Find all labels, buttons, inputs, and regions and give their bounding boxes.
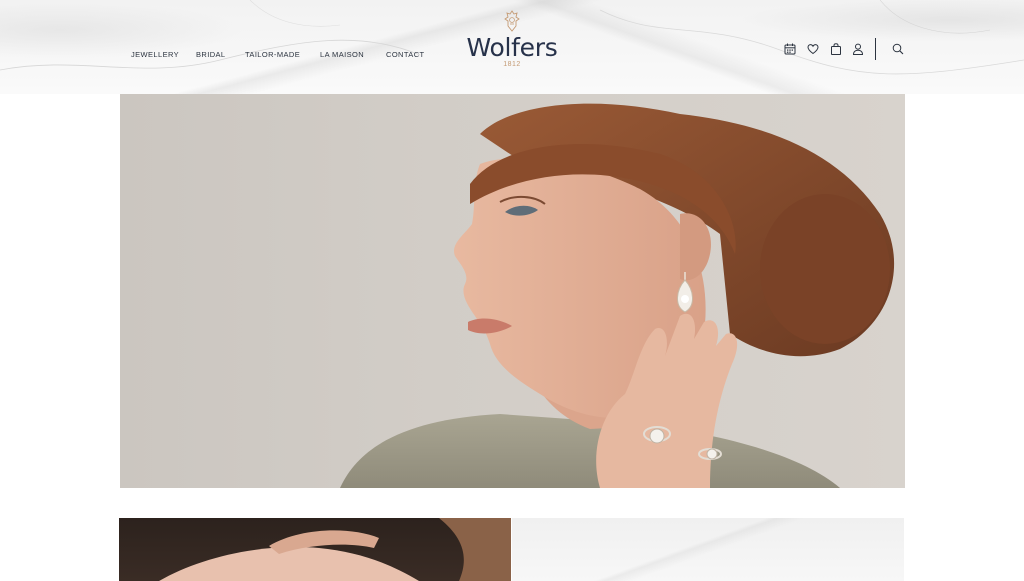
nav-la-maison[interactable]: LA MAISON: [320, 50, 364, 59]
hand-illustration: [159, 518, 511, 581]
model-portrait-illustration: [340, 103, 895, 488]
nav-jewellery[interactable]: JEWELLERY: [131, 50, 179, 59]
user-icon[interactable]: [852, 42, 866, 56]
header-divider: [875, 38, 876, 60]
nav-contact[interactable]: CONTACT: [386, 50, 425, 59]
nav-tailor-made[interactable]: TAILOR-MADE: [245, 50, 300, 59]
heart-icon[interactable]: [807, 42, 821, 56]
brand-logo[interactable]: Wolfers 1812: [462, 10, 562, 68]
crest-icon: [504, 10, 520, 32]
promo-panel-right: [512, 518, 904, 581]
site-header: JEWELLERY BRIDAL TAILOR-MADE LA MAISON C…: [0, 0, 1024, 94]
brand-title: Wolfers: [466, 33, 558, 62]
promo-image-left[interactable]: [119, 518, 511, 581]
nav-bridal[interactable]: BRIDAL: [196, 50, 226, 59]
calendar-icon[interactable]: [784, 42, 798, 56]
shopping-bag-icon[interactable]: [830, 42, 844, 56]
search-icon[interactable]: [892, 42, 906, 56]
hero-image[interactable]: [120, 94, 905, 488]
